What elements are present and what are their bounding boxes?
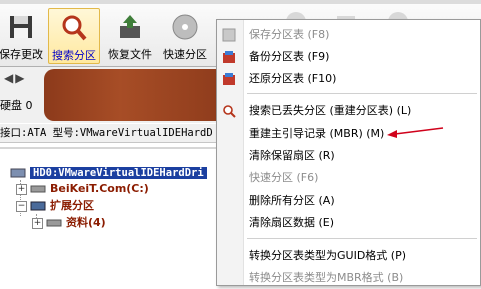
search-icon bbox=[223, 105, 236, 118]
restore-icon bbox=[223, 73, 235, 85]
expand-icon[interactable]: + bbox=[32, 217, 43, 229]
menu-item-clear-sector-data[interactable]: 清除扇区数据 (E) bbox=[217, 212, 480, 234]
backup-icon bbox=[223, 51, 235, 63]
recover-file-icon bbox=[120, 15, 140, 38]
tree-node-ziliao[interactable]: + 资料(4) bbox=[32, 214, 106, 232]
menu-item-save-partition-table[interactable]: 保存分区表 (F8) bbox=[217, 24, 480, 46]
disk-label: 硬盘 0 bbox=[0, 99, 33, 112]
disk-nav-arrows-icon[interactable]: ◀▶ bbox=[4, 71, 26, 85]
menu-item-convert-to-guid[interactable]: 转换分区表类型为GUID格式 (P) bbox=[217, 245, 480, 267]
menu-item-search-lost-partitions[interactable]: 搜索已丢失分区 (重建分区表) (L) bbox=[217, 100, 480, 122]
tree-node-extended[interactable]: − 扩展分区 bbox=[16, 197, 94, 215]
menu-separator bbox=[247, 93, 477, 94]
disk-icon bbox=[172, 14, 198, 40]
expand-icon[interactable]: + bbox=[16, 183, 27, 195]
menu-item-delete-all-partitions[interactable]: 删除所有分区 (A) bbox=[217, 190, 480, 212]
extended-partition-icon bbox=[30, 201, 46, 211]
menu-item-clear-reserved-sectors[interactable]: 清除保留扇区 (R) bbox=[217, 145, 480, 167]
disk-map-bar[interactable] bbox=[44, 69, 234, 121]
partition-icon bbox=[46, 219, 62, 227]
menu-item-backup-partition-table[interactable]: 备份分区表 (F9) bbox=[217, 46, 480, 68]
collapse-icon[interactable]: − bbox=[16, 200, 27, 212]
menu-separator bbox=[247, 238, 477, 239]
save-changes-button[interactable]: 保存更改 bbox=[0, 8, 46, 64]
tree-node-c-drive[interactable]: + BeiKeiT.Com(C:) bbox=[16, 180, 149, 198]
save-table-icon bbox=[222, 28, 236, 42]
context-menu: 保存分区表 (F8) 备份分区表 (F9) 还原分区表 (F10) 搜索已丢失分… bbox=[216, 19, 481, 286]
magnifier-icon bbox=[62, 15, 87, 41]
harddisk-icon bbox=[10, 168, 26, 178]
menu-item-restore-partition-table[interactable]: 还原分区表 (F10) bbox=[217, 68, 480, 90]
quick-partition-button[interactable]: 快速分区 bbox=[158, 8, 212, 64]
recover-file-button[interactable]: 恢复文件 bbox=[103, 8, 157, 64]
annotation-arrow-icon bbox=[387, 127, 444, 138]
partition-icon bbox=[30, 185, 46, 193]
menu-item-quick-partition[interactable]: 快速分区 (F6) bbox=[217, 167, 480, 189]
save-icon bbox=[10, 16, 32, 38]
search-partition-button[interactable]: 搜索分区 bbox=[48, 8, 100, 64]
